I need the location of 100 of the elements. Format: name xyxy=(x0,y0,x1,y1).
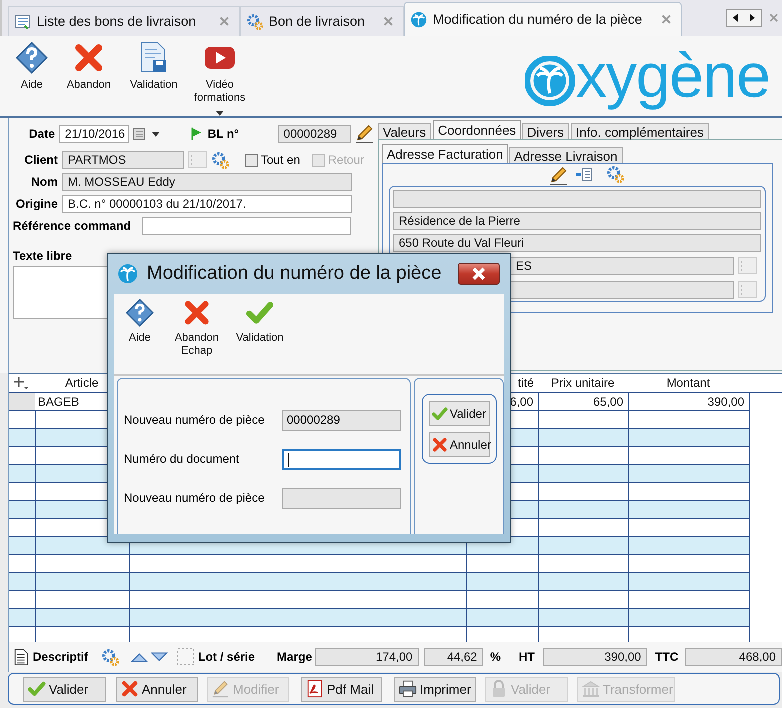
nom-field[interactable]: M. MOSSEAU Eddy xyxy=(62,173,352,191)
document-icon[interactable] xyxy=(13,648,30,666)
palm-tree-icon xyxy=(411,12,427,28)
gear-icon xyxy=(102,648,120,666)
dialog-button[interactable]: Annuler xyxy=(429,432,490,457)
dotted-box-icon[interactable] xyxy=(177,648,196,666)
action-button[interactable]: Pdf Mail xyxy=(301,676,382,702)
lock-icon xyxy=(490,680,508,698)
gear-icon xyxy=(247,14,263,30)
column-header: tité xyxy=(518,376,534,390)
date-field[interactable]: 21/10/2016 xyxy=(59,125,130,143)
gear-icon xyxy=(212,152,229,168)
ttc-field: 468,00 xyxy=(684,648,782,666)
tab[interactable]: Coordonnées xyxy=(433,120,522,139)
scroll-right-button[interactable] xyxy=(744,10,761,26)
close-icon[interactable] xyxy=(660,13,673,26)
close-icon[interactable] xyxy=(218,15,231,28)
tab[interactable]: Valeurs xyxy=(378,123,432,139)
address-field[interactable]: 650 Route du Val Fleuri xyxy=(393,234,761,252)
dialog-button[interactable]: Valider xyxy=(429,401,490,426)
cross-icon xyxy=(73,42,105,74)
bl-number-field[interactable]: 00000289 xyxy=(278,125,351,143)
descriptif-label: Descriptif xyxy=(33,650,88,664)
checkbox-label: Retour xyxy=(328,153,364,167)
checkbox[interactable] xyxy=(245,154,258,166)
close-icon xyxy=(470,267,488,281)
table-cell: 390,00 xyxy=(708,394,744,408)
reference-label: Référence command xyxy=(13,219,132,233)
bl-label: BL n° xyxy=(208,127,240,141)
gear-icon xyxy=(607,166,624,183)
texte-libre-label: Texte libre xyxy=(13,249,74,263)
input-field[interactable] xyxy=(282,448,401,470)
tab[interactable]: Bon de livraison xyxy=(240,6,404,36)
column-header: Montant xyxy=(666,376,710,390)
logo-text: xygène xyxy=(576,46,770,113)
origine-field[interactable]: B.C. n° 00000103 du 21/10/2017. xyxy=(62,195,352,213)
date-label: Date xyxy=(28,127,56,141)
table-cell: 65,00 xyxy=(593,394,624,408)
tab[interactable]: Adresse Livraison xyxy=(509,147,623,163)
check-icon xyxy=(432,406,448,422)
ht-field: 390,00 xyxy=(543,648,648,666)
help-icon xyxy=(126,299,154,327)
marge-field: 174,00 xyxy=(315,648,419,666)
ht-label: HT xyxy=(519,650,536,664)
column-header: Prix unitaire xyxy=(551,376,615,390)
tab[interactable]: Divers xyxy=(522,123,570,139)
toolbar-button[interactable]: Validation xyxy=(228,294,292,374)
printer-icon xyxy=(399,680,417,698)
scroll-left-button[interactable] xyxy=(727,10,744,26)
close-icon[interactable] xyxy=(382,15,395,28)
pencil-icon[interactable] xyxy=(355,124,375,144)
tab[interactable]: Liste des bons de livraison xyxy=(8,6,240,36)
table-cell: 6,00 xyxy=(510,394,534,408)
action-button[interactable]: Imprimer xyxy=(394,676,476,702)
toolbar-button[interactable]: Aide xyxy=(7,36,57,92)
pdf-icon xyxy=(306,680,324,698)
nom-label: Nom xyxy=(30,175,58,189)
ttc-label: TTC xyxy=(655,650,679,664)
origine-label: Origine xyxy=(14,197,58,211)
marge-percent-field: 44,62 xyxy=(424,648,484,666)
checkbox-label: Tout en xyxy=(261,153,300,167)
table-cell: BAGEB xyxy=(38,394,80,408)
insert-list-icon[interactable] xyxy=(575,166,593,184)
add-row-icon[interactable] xyxy=(13,374,31,392)
tab[interactable]: Modification du numéro de la pièce xyxy=(404,2,682,36)
field-label: Nouveau numéro de pièce xyxy=(124,491,266,505)
action-button[interactable]: Annuler xyxy=(116,676,198,702)
lot-label: Lot / série xyxy=(198,650,256,664)
help-icon xyxy=(16,42,48,74)
toolbar-button[interactable]: Aide xyxy=(114,294,166,374)
address-field[interactable]: Résidence de la Pierre xyxy=(393,212,761,230)
bank-icon xyxy=(582,680,600,698)
marge-label: Marge xyxy=(277,650,312,664)
client-field[interactable]: PARTMOS xyxy=(62,151,184,169)
field-label: Nouveau numéro de pièce xyxy=(124,413,266,427)
pencil-icon[interactable] xyxy=(549,166,569,186)
action-button[interactable]: Valider xyxy=(23,676,106,702)
toolbar-button[interactable]: Abandon Echap xyxy=(166,294,228,374)
check-icon xyxy=(246,299,274,327)
cross-icon xyxy=(121,680,139,698)
cross-icon xyxy=(432,436,448,452)
toolbar-button[interactable]: Validation xyxy=(121,36,187,92)
column-header: Article xyxy=(65,376,99,390)
reference-field[interactable] xyxy=(142,217,351,235)
check-icon xyxy=(28,680,46,698)
address-field[interactable] xyxy=(393,190,761,208)
toolbar-button[interactable]: Vidéo formations xyxy=(187,36,253,117)
field-label: Numéro du document xyxy=(124,452,240,466)
flag-icon xyxy=(190,127,204,141)
calendar-icon[interactable] xyxy=(133,127,148,141)
tab[interactable]: Adresse Facturation xyxy=(382,144,508,163)
close-icon[interactable] xyxy=(768,12,780,24)
list-icon xyxy=(15,14,31,30)
client-label: Client xyxy=(24,153,58,167)
close-button[interactable] xyxy=(458,263,500,285)
toolbar-button[interactable]: Abandon xyxy=(57,36,121,92)
cross-icon xyxy=(183,299,211,327)
palm-tree-icon xyxy=(118,264,138,284)
tab[interactable]: Info. complémentaires xyxy=(571,123,709,139)
caret-icon xyxy=(151,130,162,138)
